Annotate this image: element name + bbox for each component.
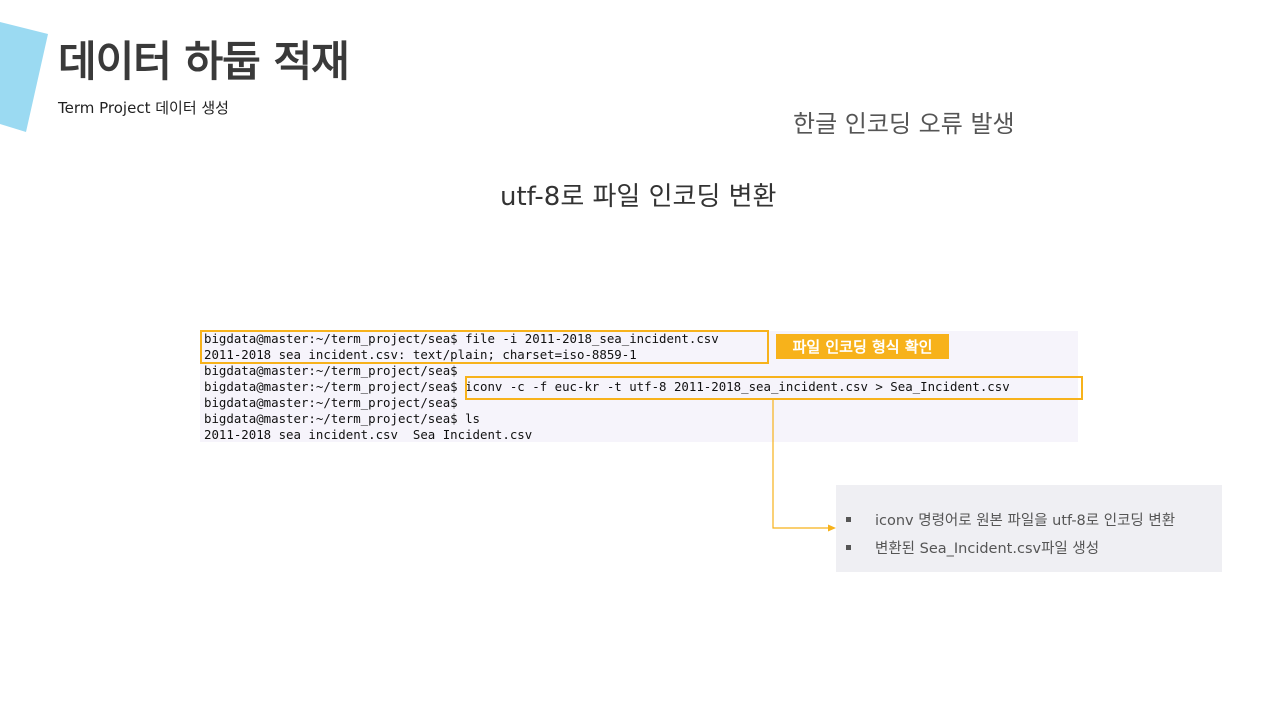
section-heading: utf-8로 파일 인코딩 변환: [500, 182, 777, 212]
slide-subtitle: Term Project 데이터 생성: [58, 99, 229, 117]
file-check-highlight: [200, 330, 769, 364]
slide-title: 데이터 하둡 적재: [58, 37, 350, 86]
accent-shape: [0, 22, 48, 132]
encoding-check-callout: 파일 인코딩 형식 확인: [776, 334, 949, 359]
terminal-line: bigdata@master:~/term_project/sea$: [204, 363, 458, 378]
terminal-line: bigdata@master:~/term_project/sea$: [204, 395, 458, 410]
iconv-command-highlight: [465, 376, 1083, 400]
encoding-error-note: 한글 인코딩 오류 발생: [793, 110, 1015, 138]
terminal-line: 2011-2018 sea incident.csv Sea Incident.…: [204, 427, 533, 442]
info-item-text: iconv 명령어로 원본 파일을 utf-8로 인코딩 변환: [875, 513, 1176, 529]
info-item: iconv 명령어로 원본 파일을 utf-8로 인코딩 변환: [846, 509, 1175, 530]
info-item-text: 변환된 Sea_Incident.csv파일 생성: [875, 541, 1100, 557]
bullet-icon: [846, 517, 851, 522]
info-panel: iconv 명령어로 원본 파일을 utf-8로 인코딩 변환 변환된 Sea_…: [836, 485, 1222, 572]
bullet-icon: [846, 545, 851, 550]
terminal-line: bigdata@master:~/term_project/sea$ ls: [204, 411, 481, 426]
info-item: 변환된 Sea_Incident.csv파일 생성: [846, 537, 1099, 558]
